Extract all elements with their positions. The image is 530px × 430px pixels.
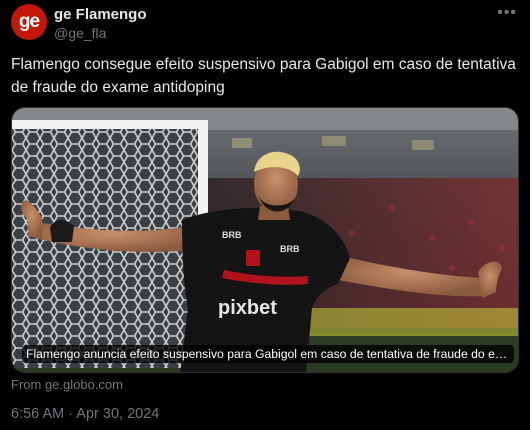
link-source[interactable]: From ge.globo.com xyxy=(11,377,123,393)
sleeve-brand-right: BRB xyxy=(280,244,300,254)
avatar-logo-text: ge xyxy=(18,11,40,32)
avatar[interactable]: ge xyxy=(11,4,47,40)
player-photo: pixbet BRB BRB xyxy=(12,108,518,372)
tweet-header: ge ge Flamengo @ge_fla ••• xyxy=(11,4,519,44)
more-horizontal-icon[interactable]: ••• xyxy=(497,4,517,22)
sleeve-brand-left: BRB xyxy=(222,230,242,240)
user-handle[interactable]: @ge_fla xyxy=(54,24,147,42)
timestamp[interactable]: 6:56 AM · Apr 30, 2024 xyxy=(11,405,159,423)
tweet-text: Flamengo consegue efeito suspensivo para… xyxy=(11,56,516,96)
shirt-sponsor: pixbet xyxy=(218,297,277,319)
media-caption: Flamengo anuncia efeito suspensivo para … xyxy=(22,345,514,363)
display-name[interactable]: ge Flamengo xyxy=(54,6,147,24)
author-names: ge Flamengo @ge_fla xyxy=(54,6,147,42)
link-card-image[interactable]: pixbet BRB BRB Flamengo anuncia efeito s… xyxy=(11,107,519,373)
tweet: ge ge Flamengo @ge_fla ••• Flamengo cons… xyxy=(0,0,530,430)
